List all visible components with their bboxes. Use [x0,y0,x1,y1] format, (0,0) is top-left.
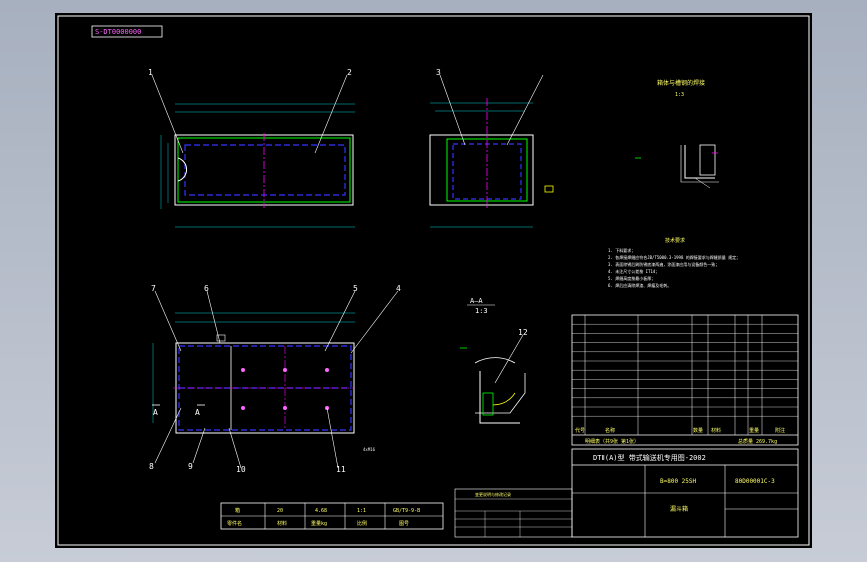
section-title: A—A [470,297,483,305]
small-table-r2-c3: 重量kg [311,520,327,527]
title-block-title: DTⅡ(A)型 带式输送机专用图-2002 [593,453,706,462]
bom-footer-left: 明细表（共9张 第1张） [585,438,639,445]
small-table-r1-c2: 20 [277,508,283,514]
plan-view: A A 4xM16 7 6 5 4 8 9 10 11 [149,284,401,474]
tech-req-line-2: 2. 各焊接焊缝应符合JB/T5000.3-1998 的焊接要求与焊缝质量 规定… [608,254,740,260]
callout-4: 4 [396,284,401,293]
callout-3: 3 [436,68,441,77]
callout-6: 6 [204,284,209,293]
callout-5: 5 [353,284,358,293]
plan-dim-note: 4xM16 [363,447,376,452]
callout-10: 10 [236,465,246,474]
drawing-sheet: S-DT0000000 1 2 3 箱体与槽钢的焊接 1:3 A A 4xM16… [55,13,812,548]
section-marker-a-left: A [153,408,158,417]
detail-weld-view: 箱体与槽钢的焊接 1:3 [635,79,719,189]
callout-7: 7 [151,284,156,293]
side-view: 3 [429,68,554,228]
bom-footer-right: 总质量 269.7kg [738,438,777,445]
drawing-canvas: S-DT0000000 1 2 3 箱体与槽钢的焊接 1:3 A A 4xM16… [57,15,810,546]
callout-2: 2 [347,68,352,77]
tech-req-line-6: 6. 焊后应清除焊渣、焊瘤及毛刺。 [608,282,671,288]
bom-header-no: 代号 [575,427,585,434]
bom-table: 代号 名称 数量 材料 重量 附注 明细表（共9张 第1张） 总质量 269.7… [571,314,799,446]
small-table-r1-c4: 1:1 [357,508,366,514]
tech-req-line-4: 4. 未注尺寸公差按 IT14； [608,268,659,274]
callout-9: 9 [188,462,193,471]
tech-req-line-5: 5. 焊缝高度按最小板厚； [608,275,655,281]
callout-8: 8 [149,462,154,471]
revision-note: 变更说明与修改记录 [475,491,511,497]
title-block-drawing-no: 80D00001C-3 [735,478,775,485]
bom-header-name: 名称 [605,427,615,434]
front-view: 1 2 [148,68,355,228]
small-table-r2-c2: 材料 [277,520,287,527]
bom-header-weight: 重量 [749,427,759,434]
small-table-r1-c3: 4.68 [315,508,327,514]
cad-viewport: S-DT0000000 1 2 3 箱体与槽钢的焊接 1:3 A A 4xM16… [0,0,867,562]
small-table-r2-c5: 图号 [399,521,409,527]
small-table-r2-c1: 零件名 [227,520,242,527]
bom-header-material: 材料 [711,427,721,434]
bom-header-remark: 附注 [775,427,785,434]
callout-12: 12 [518,328,528,337]
detail-title: 箱体与槽钢的焊接 [657,79,705,87]
title-block-model: B=800 25SH [660,478,697,485]
small-table-r2-c4: 比例 [357,520,367,527]
tech-req-title: 技术要求 [665,237,685,244]
title-block: DTⅡ(A)型 带式输送机专用图-2002 B=800 25SH 80D0000… [454,448,799,538]
sheet-border [57,15,810,546]
section-scale: 1:3 [475,307,488,315]
detail-scale: 1:3 [675,92,684,98]
tech-req-line-1: 1. 下料要求； [608,247,635,253]
callout-11: 11 [336,465,346,474]
small-table-r1-c1: 箱 [235,507,240,514]
section-marker-a-right: A [195,408,200,417]
tech-req-line-3: 3. 表面除锈后刷防锈底漆两遍，涂面漆应用与设备颜色一致； [608,261,719,267]
code-box-text: S-DT0000000 [95,28,141,36]
section-aa-view: A—A 1:3 12 [460,297,528,424]
bom-rows [572,324,798,417]
tech-requirements: 技术要求 1. 下料要求； 2. 各焊接焊缝应符合JB/T5000.3-1998… [608,237,740,288]
small-part-table: 箱 20 4.68 1:1 GB/T9-9-B 零件名 材料 重量kg 比例 图… [220,502,444,530]
callout-1: 1 [148,68,153,77]
title-block-part-name: 漏斗箱 [670,505,688,513]
small-table-r1-c5: GB/T9-9-B [393,508,420,514]
code-box: S-DT0000000 [91,25,163,38]
bom-header-qty: 数量 [693,427,703,434]
